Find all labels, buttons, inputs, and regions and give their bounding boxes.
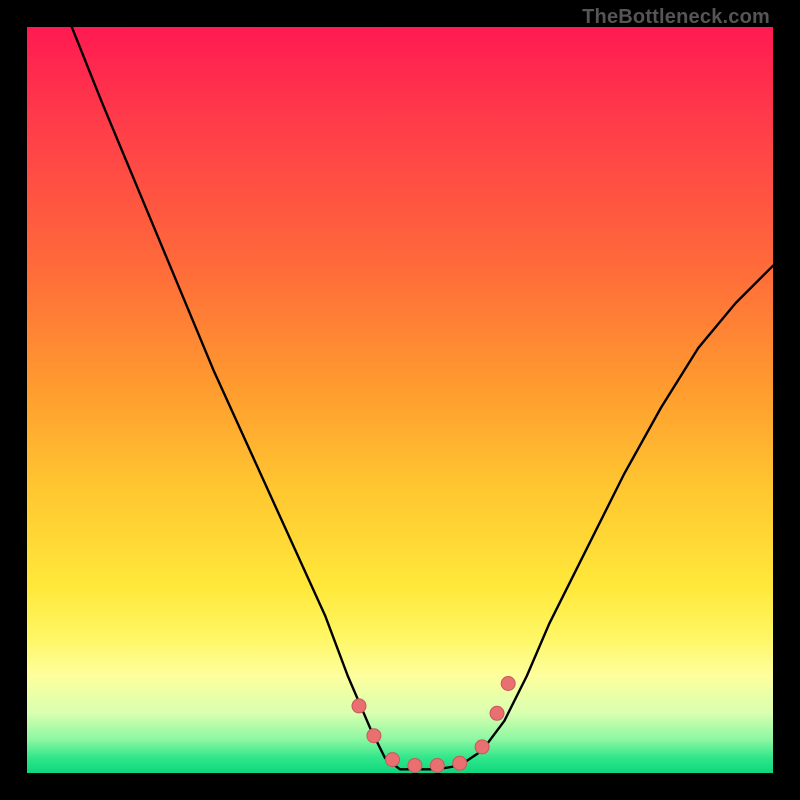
curve-marker bbox=[430, 759, 444, 773]
chart-frame: TheBottleneck.com bbox=[0, 0, 800, 800]
bottleneck-curve-svg bbox=[27, 27, 773, 773]
curve-marker bbox=[386, 753, 400, 767]
curve-marker bbox=[501, 677, 515, 691]
curve-marker bbox=[490, 706, 504, 720]
curve-marker bbox=[352, 699, 366, 713]
curve-marker bbox=[367, 729, 381, 743]
bottleneck-curve bbox=[72, 27, 773, 769]
curve-markers bbox=[352, 677, 515, 773]
curve-marker bbox=[475, 740, 489, 754]
curve-marker bbox=[408, 759, 422, 773]
attribution-label: TheBottleneck.com bbox=[582, 6, 770, 29]
curve-marker bbox=[453, 756, 467, 770]
